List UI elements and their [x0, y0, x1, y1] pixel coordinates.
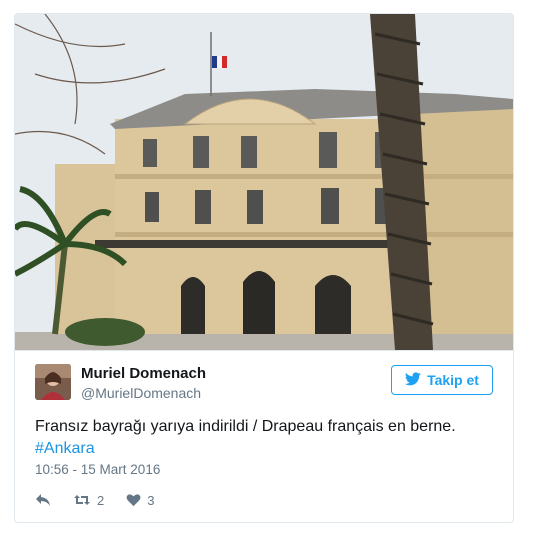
author-name[interactable]: Muriel Domenach	[81, 365, 206, 382]
retweet-button[interactable]: 2	[73, 493, 104, 508]
hashtag-link[interactable]: #Ankara	[35, 438, 493, 460]
tweet-timestamp[interactable]: 10:56 - 15 Mart 2016	[35, 462, 160, 477]
like-count: 3	[147, 492, 155, 508]
avatar[interactable]	[35, 364, 71, 400]
follow-button[interactable]: Takip et	[391, 365, 493, 395]
reply-icon	[35, 493, 51, 507]
heart-icon	[126, 493, 141, 507]
author-handle[interactable]: @MurielDomenach	[81, 385, 201, 401]
twitter-bird-icon	[405, 371, 421, 389]
reply-button[interactable]	[35, 493, 51, 507]
tweet-photo[interactable]	[15, 14, 513, 350]
tweet-header: Muriel Domenach @MurielDomenach Takip et	[35, 364, 493, 404]
tweet-card: Muriel Domenach @MurielDomenach Takip et…	[14, 13, 514, 523]
tweet-body: Fransız bayrağı yarıya indirildi / Drape…	[35, 418, 456, 435]
follow-label: Takip et	[427, 372, 479, 388]
tweet-text: Fransız bayrağı yarıya indirildi / Drape…	[35, 416, 493, 460]
card-divider	[15, 350, 513, 351]
tweet-actions: 2 3	[35, 490, 154, 510]
retweet-icon	[73, 493, 91, 507]
like-button[interactable]: 3	[126, 493, 154, 508]
retweet-count: 2	[97, 492, 105, 508]
